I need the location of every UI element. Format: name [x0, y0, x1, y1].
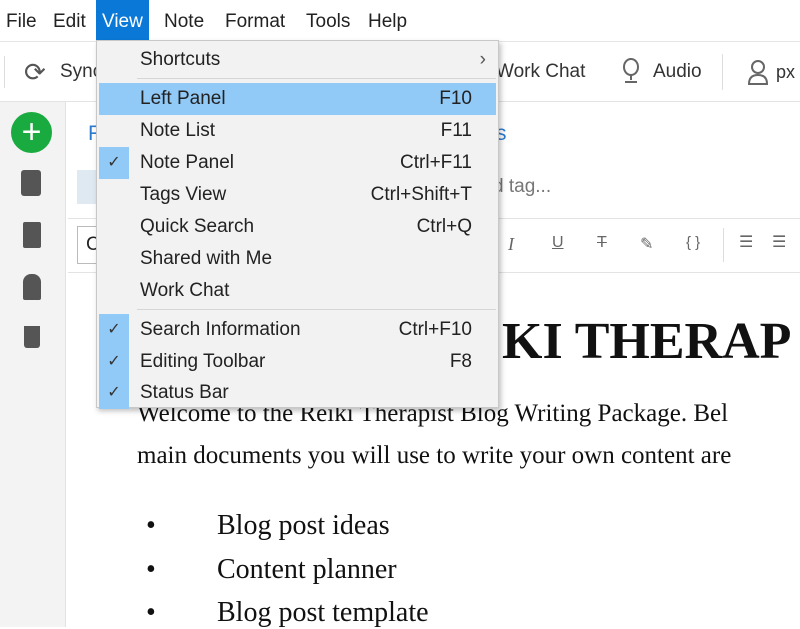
menu-item-quick-search[interactable]: Quick Search Ctrl+Q — [97, 211, 498, 243]
numbered-list-icon[interactable]: ☰ — [772, 232, 786, 252]
chevron-right-icon: › — [479, 49, 486, 70]
audio-button[interactable]: Audio — [653, 42, 702, 102]
trash-icon[interactable] — [24, 326, 40, 348]
list-item: Content planner — [217, 554, 397, 585]
highlighter-icon[interactable]: ✎ — [640, 234, 653, 254]
checkmark-icon: ✓ — [99, 346, 129, 378]
menu-item-note-list[interactable]: Note List F11 — [97, 115, 498, 147]
menu-help[interactable]: Help — [362, 0, 413, 42]
microphone-icon[interactable] — [620, 58, 642, 86]
left-sidebar: + — [0, 102, 66, 627]
user-name[interactable]: px — [776, 42, 795, 102]
menu-item-search-information[interactable]: ✓ Search Information Ctrl+F10 — [97, 314, 498, 346]
menu-item-shared-with-me[interactable]: Shared with Me — [97, 243, 498, 275]
tag-icon[interactable] — [23, 274, 41, 300]
strikethrough-icon[interactable]: T — [597, 234, 607, 252]
italic-icon[interactable]: I — [508, 234, 514, 255]
menu-item-shortcuts[interactable]: Shortcuts › — [97, 44, 498, 76]
menu-edit[interactable]: Edit — [47, 0, 92, 42]
user-icon[interactable] — [746, 58, 770, 86]
menu-item-editing-toolbar[interactable]: ✓ Editing Toolbar F8 — [97, 346, 498, 378]
menu-item-note-panel[interactable]: ✓ Note Panel Ctrl+F11 — [97, 147, 498, 179]
bullet-icon: • — [146, 554, 156, 585]
menu-bar: File Edit View Note Format Tools Help — [0, 0, 800, 42]
checkmark-icon: ✓ — [99, 314, 129, 346]
menu-tools[interactable]: Tools — [300, 0, 356, 42]
list-item: Blog post template — [217, 597, 429, 628]
work-chat-button[interactable]: Work Chat — [496, 42, 585, 102]
menu-view[interactable]: View — [96, 0, 149, 42]
sync-icon[interactable]: ⟳ — [24, 42, 46, 102]
menu-note[interactable]: Note — [158, 0, 210, 42]
add-tag-input[interactable]: d tag... — [493, 176, 551, 198]
underline-icon[interactable]: U — [552, 234, 564, 252]
menu-format[interactable]: Format — [219, 0, 291, 42]
code-icon[interactable]: { } — [686, 234, 700, 251]
menu-item-status-bar[interactable]: ✓ Status Bar — [97, 377, 498, 409]
paragraph-line-2: main documents you will use to write you… — [137, 442, 732, 469]
list-item: Blog post ideas — [217, 510, 390, 541]
menu-file[interactable]: File — [0, 0, 43, 42]
notebook-icon[interactable] — [23, 222, 41, 248]
checkmark-icon: ✓ — [99, 147, 129, 179]
new-note-button[interactable]: + — [11, 112, 52, 153]
view-menu-dropdown: Shortcuts › Left Panel F10 Note List F11 ✓ N… — [96, 40, 499, 409]
menu-item-tags-view[interactable]: Tags View Ctrl+Shift+T — [97, 179, 498, 211]
menu-item-work-chat[interactable]: Work Chat — [97, 275, 498, 307]
checkmark-icon: ✓ — [99, 377, 129, 409]
bullet-list-icon[interactable]: ☰ — [739, 232, 753, 252]
bullet-icon: • — [146, 510, 156, 541]
notes-icon[interactable] — [21, 170, 41, 196]
menu-item-left-panel[interactable]: Left Panel F10 — [99, 83, 496, 115]
bullet-icon: • — [146, 597, 156, 628]
note-heading: KI THERAP — [502, 313, 792, 370]
